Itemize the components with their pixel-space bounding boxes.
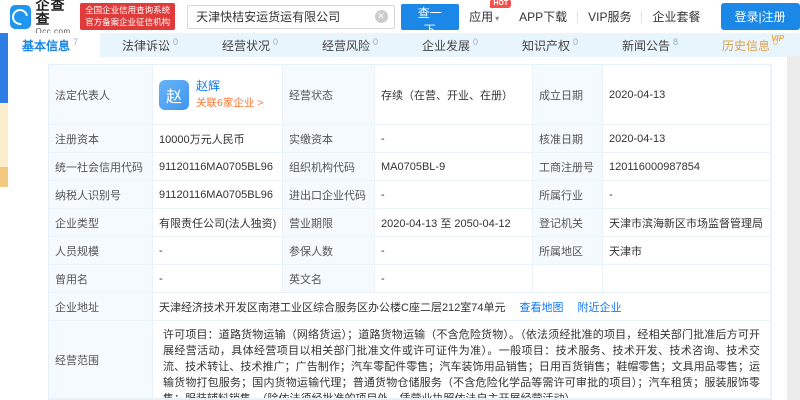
field-label <box>533 265 603 293</box>
left-edge-tan-strip <box>0 167 8 187</box>
hot-badge: HOT <box>490 0 511 8</box>
field-label: 注册资本 <box>49 125 153 153</box>
field-label: 核准日期 <box>533 125 603 153</box>
company-search-input[interactable] <box>194 9 374 25</box>
field-label: 英文名 <box>283 265 375 293</box>
field-label: 参保人数 <box>283 237 375 265</box>
vip-badge: VIP <box>771 34 784 43</box>
nav-app-download[interactable]: APP下载 <box>509 8 577 25</box>
field-value: 2020-04-13 <box>603 65 771 125</box>
credit-system-badge: 全国企业信用查询系统 官方备案企业征信机构 <box>80 3 175 29</box>
left-edge-cream-strip <box>0 103 8 167</box>
field-label: 法定代表人 <box>49 65 153 125</box>
company-address-cell: 天津经济技术开发区南港工业区综合服务区办公楼C座二层212室74单元 查看地图 … <box>153 293 771 321</box>
field-label: 进出口企业代码 <box>283 181 375 209</box>
field-label: 企业类型 <box>49 209 153 237</box>
field-label: 实缴资本 <box>283 125 375 153</box>
field-value: - <box>153 265 283 293</box>
top-header: 企查查 Qcc.com 全国企业信用查询系统 官方备案企业征信机构 ✕ 查一下 … <box>0 0 800 33</box>
field-value: - <box>603 181 771 209</box>
qcc-logo-icon <box>10 5 31 29</box>
field-value: MA0705BL-9 <box>375 153 533 181</box>
field-value: 天津市 <box>603 237 771 265</box>
field-value: - <box>153 237 283 265</box>
tab-legal-proceedings[interactable]: 法律诉讼0 <box>100 33 200 57</box>
field-label: 曾用名 <box>49 265 153 293</box>
header-nav: 应用▾ HOT APP下载 VIP服务 企业套餐 登录|注册 <box>459 3 800 30</box>
nav-enterprise-package[interactable]: 企业套餐 <box>642 8 710 25</box>
field-value: - <box>375 237 533 265</box>
field-value: 91120116MA0705BL96 <box>153 181 283 209</box>
field-value: 有限责任公司(法人独资) <box>153 209 283 237</box>
field-value <box>603 265 771 293</box>
field-label: 登记机关 <box>533 209 603 237</box>
tab-basic-info[interactable]: 基本信息7 <box>0 33 100 57</box>
tab-intellectual-property[interactable]: 知识产权0 <box>500 33 600 57</box>
tab-enterprise-development[interactable]: 企业发展0 <box>400 33 500 57</box>
nearby-companies-link[interactable]: 附近企业 <box>578 299 622 315</box>
legal-rep-avatar[interactable]: 赵 <box>159 80 189 110</box>
legal-rep-cell: 赵 赵辉 关联6家企业 > <box>153 65 283 125</box>
qcc-company-page: 企查查 Qcc.com 全国企业信用查询系统 官方备案企业征信机构 ✕ 查一下 … <box>0 0 800 400</box>
field-value: - <box>375 265 533 293</box>
field-label: 成立日期 <box>533 65 603 125</box>
field-value: 120116000987854 <box>603 153 771 181</box>
logo-name: 企查查 <box>36 0 75 26</box>
field-label: 统一社会信用代码 <box>49 153 153 181</box>
tab-operating-risk[interactable]: 经营风险0 <box>300 33 400 57</box>
field-label: 所属地区 <box>533 237 603 265</box>
field-value: 2020-04-13 <box>603 125 771 153</box>
nav-vip-service[interactable]: VIP服务 <box>578 8 641 25</box>
chevron-down-icon: ▾ <box>495 14 499 23</box>
qcc-logo[interactable]: 企查查 Qcc.com <box>10 0 74 36</box>
company-search-box: ✕ <box>187 5 394 29</box>
field-value: 存续（在营、开业、在册） <box>375 65 533 125</box>
field-label: 企业地址 <box>49 293 153 321</box>
field-label: 工商注册号 <box>533 153 603 181</box>
business-scope-text: 许可项目：道路货物运输（网络货运）；道路货物运输（不含危险货物）。（依法须经批准… <box>153 321 771 399</box>
basic-info-table: 法定代表人 赵 赵辉 关联6家企业 > 经营状态 存续（在营、开业、在册） 成立… <box>48 64 772 400</box>
field-label: 纳税人识别号 <box>49 181 153 209</box>
tab-news-announcements[interactable]: 新闻公告8 <box>600 33 700 57</box>
search-button[interactable]: 查一下 <box>401 4 460 30</box>
scrollbar[interactable] <box>787 56 800 400</box>
field-value: 91120116MA0705BL96 <box>153 153 283 181</box>
field-value: - <box>375 181 533 209</box>
tab-operating-status[interactable]: 经营状况0 <box>200 33 300 57</box>
company-address: 天津经济技术开发区南港工业区综合服务区办公楼C座二层212室74单元 <box>159 299 506 315</box>
field-value: 10000万元人民币 <box>153 125 283 153</box>
left-edge-blue-strip <box>0 33 8 103</box>
field-label: 所属行业 <box>533 181 603 209</box>
field-value: 2020-04-13 至 2050-04-12 <box>375 209 533 237</box>
field-value: 天津市滨海新区市场监督管理局 <box>603 209 771 237</box>
field-label: 经营状态 <box>283 65 375 125</box>
field-label: 人员规模 <box>49 237 153 265</box>
nav-app[interactable]: 应用▾ HOT <box>459 8 509 25</box>
clear-search-icon[interactable]: ✕ <box>375 10 388 23</box>
login-register-button[interactable]: 登录|注册 <box>721 3 800 30</box>
field-label: 营业期限 <box>283 209 375 237</box>
related-companies-link[interactable]: 关联6家企业 > <box>196 96 263 111</box>
legal-rep-name-link[interactable]: 赵辉 <box>196 78 263 95</box>
field-value: - <box>375 125 533 153</box>
section-tabs: 基本信息7 法律诉讼0 经营状况0 经营风险0 企业发展0 知识产权0 新闻公告… <box>0 33 800 57</box>
tab-history-info[interactable]: 历史信息0 VIP <box>700 33 800 57</box>
field-label: 组织机构代码 <box>283 153 375 181</box>
field-label: 经营范围 <box>49 321 153 399</box>
view-map-link[interactable]: 查看地图 <box>520 299 564 315</box>
